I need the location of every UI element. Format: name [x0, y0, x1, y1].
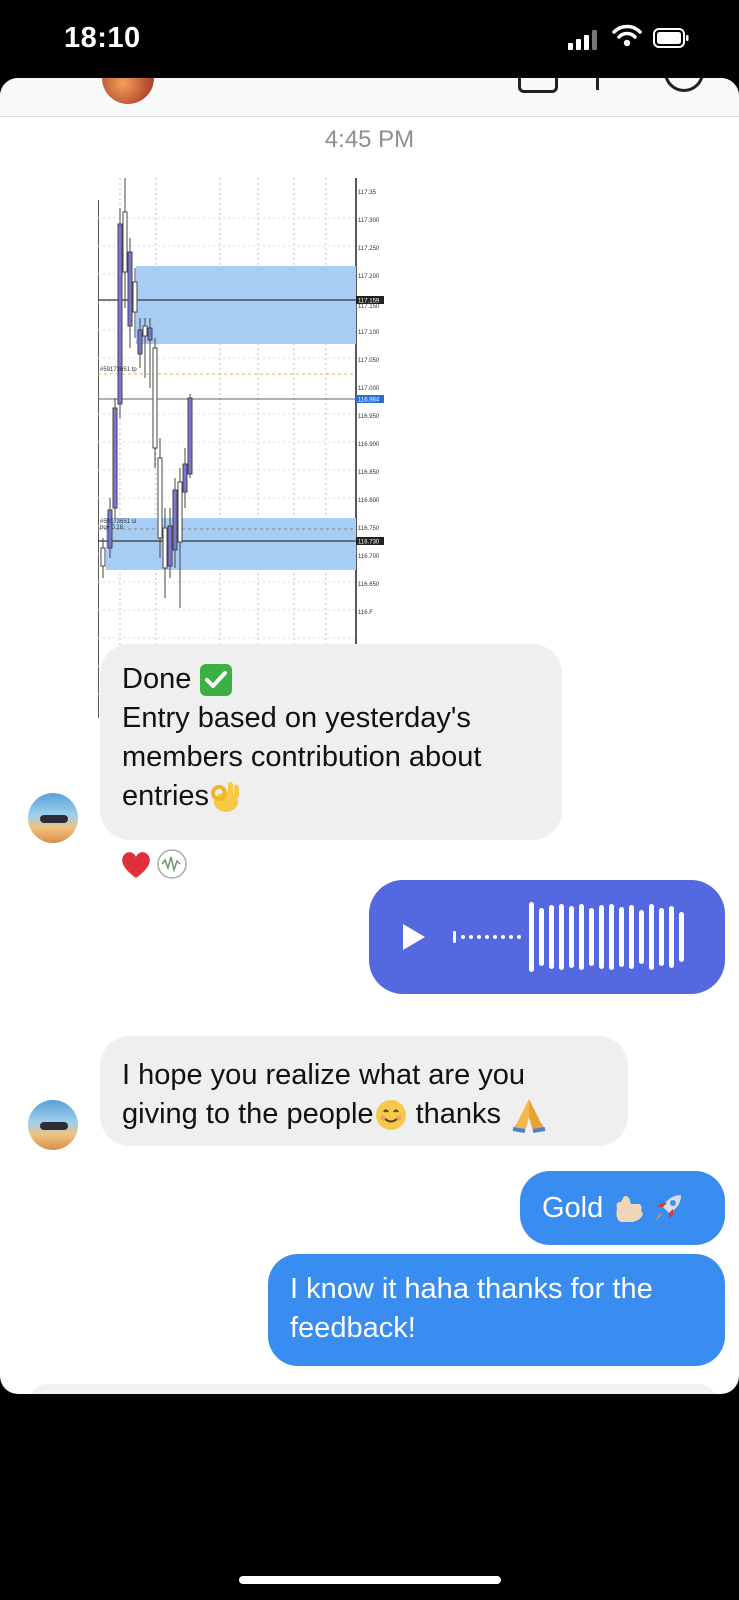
contact-avatar[interactable] [28, 793, 78, 843]
folded-hands-emoji-icon [512, 1099, 546, 1134]
message-text: Done [122, 663, 192, 695]
price-label: 117.000 [358, 386, 380, 392]
wifi-icon [612, 24, 642, 47]
tp-order-label: #59173651 tp [100, 367, 137, 373]
chat-screen: 4:45 PM #59173651 tp #59173651 sl buy 0.… [0, 78, 739, 1394]
price-label: 116.F [358, 610, 373, 616]
message-timestamp: 4:45 PM [324, 126, 415, 153]
message-text: Entry based on yesterday's [122, 702, 471, 734]
price-label: 117.100 [358, 330, 380, 336]
message-text: feedback! [290, 1312, 416, 1344]
heart-reaction-icon [122, 852, 150, 878]
message-text: thanks [407, 1098, 510, 1130]
voice-message-bubble[interactable] [369, 880, 725, 994]
rocket-emoji-icon [655, 1195, 682, 1222]
smiling-face-emoji-icon [375, 1100, 406, 1131]
price-label: 117.050 [358, 358, 380, 364]
price-label: 116.850 [358, 470, 380, 476]
battery-icon [653, 28, 689, 48]
chat-header [0, 78, 739, 117]
price-label: 117.150 [358, 304, 380, 310]
price-label: 116.900 [358, 442, 380, 448]
message-text: Gold [542, 1192, 612, 1224]
price-label: 117.200 [358, 274, 380, 280]
price-label: 117.300 [358, 218, 380, 224]
ok-hand-emoji-icon [211, 782, 240, 813]
price-label: 116.700 [358, 554, 380, 560]
price-label: 116.750 [358, 526, 380, 532]
price-label: 116.950 [358, 414, 380, 420]
outgoing-message-bubble[interactable]: I know it haha thanks for the feedback! [268, 1254, 725, 1366]
header-avatar[interactable] [102, 78, 154, 104]
clock: 18:10 [64, 22, 141, 54]
message-composer[interactable] [28, 1384, 718, 1394]
audio-waveform [453, 902, 684, 972]
incoming-message-bubble[interactable]: Done Entry based on yesterday's members … [100, 644, 562, 840]
message-text: giving to the people [122, 1098, 374, 1130]
price-tag: 116.730 [358, 540, 380, 546]
play-icon[interactable] [401, 922, 427, 952]
contact-avatar[interactable] [28, 1100, 78, 1150]
price-label: 116.650 [358, 582, 380, 588]
status-bar: 18:10 [0, 0, 739, 80]
outgoing-message-bubble[interactable]: Gold [520, 1171, 725, 1245]
reactions[interactable] [120, 848, 190, 887]
home-indicator[interactable] [239, 1576, 501, 1584]
message-text: entries [122, 780, 210, 812]
message-text: I know it haha thanks for the [290, 1273, 653, 1305]
shared-chart-image[interactable]: #59173651 tp #59173651 sl buy 0.18 117.3… [98, 178, 398, 718]
video-call-icon[interactable] [518, 78, 558, 93]
price-label: 117.250 [358, 246, 380, 252]
check-mark-emoji-icon [200, 664, 233, 697]
incoming-message-bubble[interactable]: I hope you realize what are you giving t… [100, 1036, 628, 1146]
message-text: members contribution about [122, 741, 482, 773]
message-text: I hope you realize what are you [122, 1059, 526, 1091]
call-me-hand-emoji-icon [616, 1196, 644, 1223]
price-tag: 117.159 [358, 299, 380, 305]
info-icon[interactable] [664, 78, 704, 92]
price-label: 116.800 [358, 498, 380, 504]
price-label: 117.35 [358, 190, 377, 196]
price-tag: 116.964 [358, 398, 380, 404]
call-icon[interactable] [596, 78, 599, 90]
buy-order-label: buy 0.18 [100, 525, 124, 531]
signal-icon [568, 30, 597, 50]
